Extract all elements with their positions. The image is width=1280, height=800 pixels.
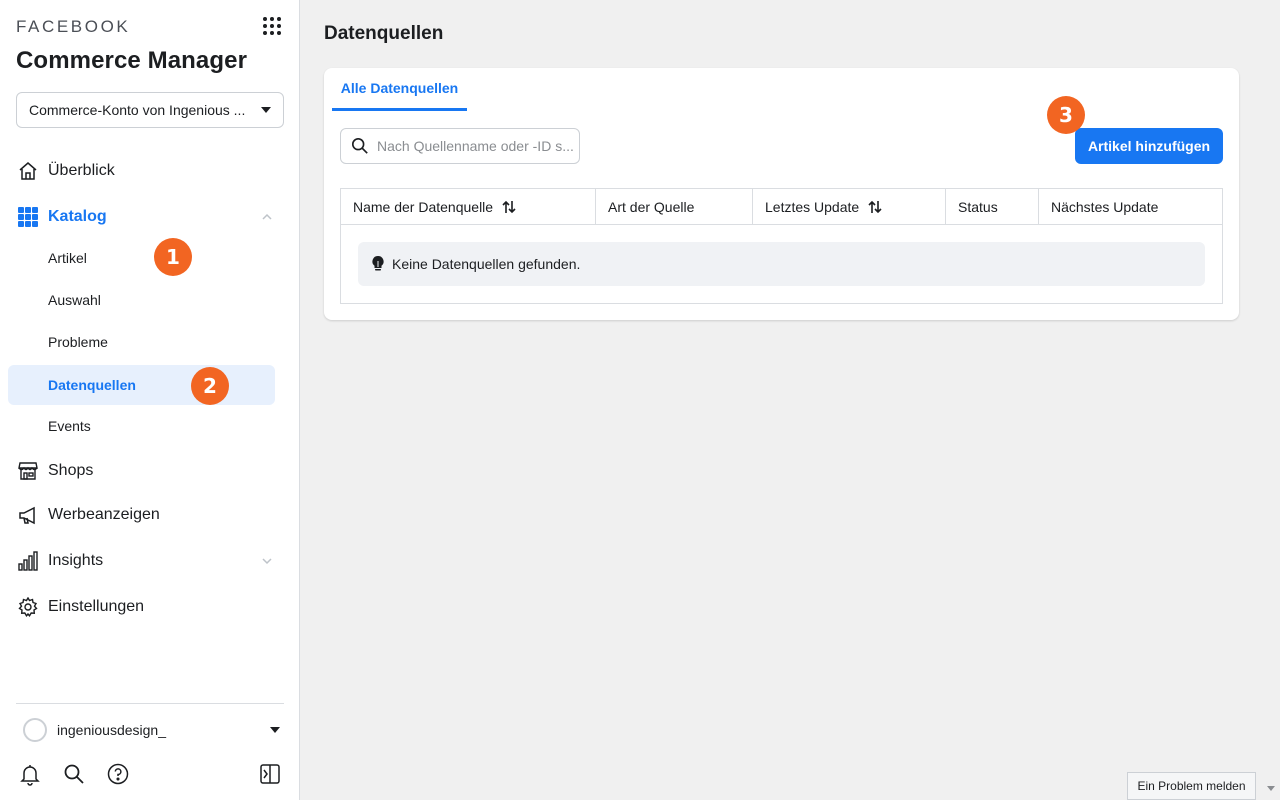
nav-catalog-data-sources-label: Datenquellen [48, 377, 136, 393]
nav-settings[interactable]: Einstellungen [8, 587, 275, 627]
nav-overview-label: Überblick [48, 162, 115, 179]
account-selector[interactable]: Commerce-Konto von Ingenious ... [16, 92, 284, 128]
nav-settings-label: Einstellungen [48, 598, 145, 615]
nav-insights-label: Insights [48, 552, 104, 569]
gear-icon [18, 597, 38, 617]
catalog-grid-icon [18, 207, 38, 227]
column-header-label: Nächstes Update [1051, 198, 1159, 215]
column-header-source-type: Art der Quelle [596, 189, 753, 224]
profile-switcher[interactable]: ingeniousdesign_ [16, 714, 284, 746]
nav-catalog-items[interactable]: Artikel [8, 238, 275, 278]
nav-ads-label: Werbeanzeigen [48, 506, 160, 523]
column-header-label: Art der Quelle [608, 198, 695, 215]
nav-insights[interactable]: Insights [8, 541, 275, 581]
empty-state: Keine Datenquellen gefunden. [358, 242, 1205, 286]
app-title: Commerce Manager [16, 47, 248, 74]
sidebar: FACEBOOK Commerce Manager Commerce-Konto… [0, 0, 300, 800]
nav-catalog-data-sources[interactable]: Datenquellen [8, 365, 275, 405]
caret-down-icon [270, 727, 280, 733]
shop-icon [18, 462, 38, 480]
column-header-status: Status [946, 189, 1039, 224]
nav-catalog-issues[interactable]: Probleme [8, 322, 275, 362]
sidebar-divider [16, 703, 284, 704]
lightbulb-icon [372, 256, 384, 271]
nav-catalog-sets-label: Auswahl [48, 292, 101, 308]
report-problem-button[interactable]: Ein Problem melden [1127, 772, 1256, 800]
step-badge-1: 1 [154, 238, 192, 276]
avatar [23, 718, 47, 742]
nav-catalog-events[interactable]: Events [8, 406, 275, 446]
search-field[interactable] [340, 128, 580, 164]
nav-overview[interactable]: Überblick [8, 151, 275, 191]
help-icon[interactable] [106, 762, 130, 786]
nav-catalog-events-label: Events [48, 418, 91, 434]
bell-icon[interactable] [18, 762, 42, 786]
apps-grid-icon[interactable] [262, 16, 282, 36]
column-header-source-name[interactable]: Name der Datenquelle [341, 189, 596, 224]
data-sources-card: Alle Datenquellen Artikel hinzufügen Nam… [324, 68, 1239, 320]
nav-ads[interactable]: Werbeanzeigen [8, 495, 275, 535]
nav-shops-label: Shops [48, 462, 94, 479]
search-input[interactable] [377, 138, 577, 154]
step-badge-3: 3 [1047, 96, 1085, 134]
chevron-down-icon [262, 558, 272, 565]
table-header: Name der Datenquelle Art der Quelle Letz… [341, 189, 1222, 225]
tab-all-data-sources[interactable]: Alle Datenquellen [332, 68, 467, 111]
account-selector-label: Commerce-Konto von Ingenious ... [29, 102, 246, 118]
column-header-label: Name der Datenquelle [353, 198, 494, 215]
empty-state-message: Keine Datenquellen gefunden. [392, 256, 581, 272]
step-badge-2: 2 [191, 367, 229, 405]
sort-icon [502, 200, 516, 213]
nav-catalog-issues-label: Probleme [48, 334, 108, 350]
nav-catalog-sets[interactable]: Auswahl [8, 280, 275, 320]
column-header-label: Status [958, 198, 998, 215]
home-icon [19, 162, 37, 180]
column-header-next-update: Nächstes Update [1039, 189, 1222, 224]
profile-name: ingeniousdesign_ [57, 722, 166, 738]
nav-catalog-items-label: Artikel [48, 250, 87, 266]
caret-down-icon [261, 107, 271, 113]
chevron-up-icon [262, 213, 272, 220]
tab-all-data-sources-label: Alle Datenquellen [340, 80, 459, 96]
search-icon[interactable] [62, 762, 86, 786]
column-header-last-update[interactable]: Letztes Update [753, 189, 946, 224]
nav-shops[interactable]: Shops [8, 451, 275, 491]
search-icon [351, 137, 368, 154]
collapse-sidebar-icon[interactable] [258, 762, 282, 786]
brand-logo: FACEBOOK [16, 17, 131, 36]
add-items-button[interactable]: Artikel hinzufügen [1075, 128, 1223, 164]
nav-catalog[interactable]: Katalog [8, 197, 275, 237]
column-header-label: Letztes Update [765, 198, 860, 215]
data-sources-table: Name der Datenquelle Art der Quelle Letz… [340, 188, 1223, 304]
scroll-down-arrow-icon[interactable] [1267, 786, 1275, 791]
nav-catalog-label: Katalog [48, 208, 107, 225]
bar-chart-icon [18, 551, 38, 571]
page-title: Datenquellen [324, 23, 444, 44]
sort-icon [868, 200, 882, 213]
megaphone-icon [19, 506, 35, 525]
